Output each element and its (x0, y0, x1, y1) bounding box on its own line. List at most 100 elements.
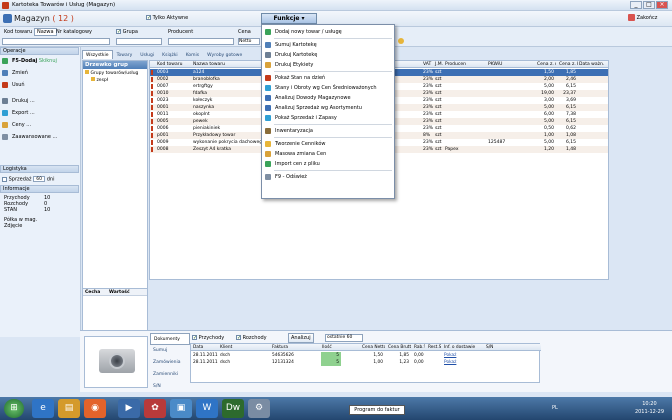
sprzedaz-checkbox[interactable]: Sprzedaż 60 dni (2, 176, 54, 183)
tab-zamienniki[interactable]: Zamienniki (150, 369, 190, 381)
column-header[interactable]: S/N (485, 344, 505, 351)
clock[interactable]: 10:20 2011-12-29 (635, 400, 664, 416)
sidebar-item-delete[interactable]: Usuń (0, 79, 80, 91)
menu-item[interactable]: F9 - Odśwież (262, 172, 394, 182)
column-header[interactable]: Cena Netto (361, 344, 385, 351)
nazwa-filter-tab[interactable]: Nazwa (34, 28, 57, 36)
column-header[interactable]: Rest.S (427, 344, 441, 351)
only-active-checkbox[interactable]: Tylko Aktywne (146, 15, 188, 21)
menu-item[interactable]: Pokaż Stan na dzień (262, 73, 394, 83)
tree-child[interactable]: zespł (83, 77, 147, 83)
show-delivery-link[interactable]: Pokaż (443, 352, 483, 359)
table-cell: 2,00 (543, 77, 554, 82)
column-header[interactable]: Inf. o dostawie (443, 344, 483, 351)
app-icon (2, 2, 9, 9)
tab-wszystkie[interactable]: Wszystkie (82, 50, 113, 59)
column-header[interactable]: Data (192, 344, 218, 351)
explorer-icon[interactable]: ▤ (58, 399, 80, 418)
column-header[interactable]: Ilość (321, 344, 341, 351)
magazyn-taskbar-icon[interactable]: ▣ (170, 399, 192, 418)
tab-sumuj[interactable]: Sumuj (150, 345, 190, 357)
sidebar-item-export[interactable]: Export ... (0, 107, 80, 119)
menu-item[interactable]: Masowa zmiana Cen (262, 149, 394, 159)
column-header[interactable]: Faktura (271, 344, 301, 351)
tab-dokumenty[interactable]: Dokumenty (150, 333, 190, 345)
exit-button[interactable]: Zakończ (628, 14, 657, 21)
przychody-checkbox[interactable]: Przychody (192, 335, 224, 341)
settings-icon[interactable]: ⚙ (248, 399, 270, 418)
document-row[interactable]: 28.11.2011 dsch 12131324 5 1,00 1,23 0,00 Pokaż (191, 359, 541, 366)
window-titlebar: Kartoteka Towarów i Usług (Magazyn) _ □ … (0, 0, 672, 11)
menu-item[interactable]: Inwentaryzacja (262, 126, 394, 136)
menu-item[interactable]: Tworzenie Cenników (262, 139, 394, 149)
period-select[interactable]: ostatnie 60 (325, 334, 363, 342)
sidebar-item-advanced[interactable]: Zaawansowane ... (0, 131, 80, 143)
menu-item[interactable]: Drukuj Etykiety (262, 60, 394, 70)
row-status-marker (151, 126, 153, 131)
firefox-icon[interactable]: ◉ (84, 399, 106, 418)
sidebar-item-edit[interactable]: Zmień (0, 67, 80, 79)
magazyn-icon (3, 14, 12, 23)
menu-item[interactable]: Drukuj Kartotekę (262, 50, 394, 60)
maximize-button[interactable]: □ (643, 1, 655, 9)
tab-komis[interactable]: Komis (182, 50, 203, 59)
tab-zamowienia[interactable]: Zamówienia (150, 357, 190, 369)
start-button[interactable]: ⊞ (4, 399, 24, 418)
column-header[interactable]: Cena Brutto (387, 344, 411, 351)
sidebar-item-prices[interactable]: Ceny ... (0, 119, 80, 131)
close-window-button[interactable]: × (656, 1, 668, 9)
ie-icon[interactable]: e (32, 399, 54, 418)
row-status-marker (151, 91, 153, 96)
column-header[interactable]: Cena z. brutto (558, 61, 578, 68)
sprzedaz-days-input[interactable]: 60 (33, 176, 46, 182)
column-header[interactable]: Producent (444, 61, 466, 68)
tree-root[interactable]: Grupy towarów/usług (83, 69, 147, 77)
column-header[interactable]: Kod towaru (156, 61, 192, 68)
column-header[interactable]: VAT (422, 61, 434, 68)
word-icon[interactable]: W (196, 399, 218, 418)
dreamweaver-icon[interactable]: Dw (222, 399, 244, 418)
menu-item[interactable]: Sumuj Kartotekę (262, 40, 394, 50)
column-header[interactable]: Nazwa towaru (192, 61, 262, 68)
analizuj-button[interactable]: Analizuj (288, 333, 314, 343)
app-icon-red[interactable]: ✿ (144, 399, 166, 418)
menu-item[interactable]: Dodaj nowy towar / usługę (262, 27, 394, 37)
search-input[interactable] (2, 38, 110, 45)
menu-item[interactable]: Analizuj Sprzedaż wg Asortymentu (262, 103, 394, 113)
menu-item[interactable]: Analizuj Dowody Magazynowe (262, 93, 394, 103)
print-icon (265, 52, 271, 58)
menu-item[interactable]: Stany i Obroty wg Cen Średnioważonych (262, 83, 394, 93)
cena-select[interactable]: Netto (238, 38, 260, 45)
table-cell: okoplnt (193, 112, 210, 117)
minimize-button[interactable]: _ (630, 1, 642, 9)
media-icon[interactable]: ▶ (118, 399, 140, 418)
menu-item[interactable]: Pokaż Sprzedaż i Zapasy (262, 113, 394, 123)
show-delivery-link[interactable]: Pokaż (443, 359, 483, 366)
tab-uslugi[interactable]: Usługi (136, 50, 158, 59)
menu-item[interactable]: Import cen z pliku (262, 159, 394, 169)
column-header[interactable]: Rab.% (413, 344, 425, 351)
producent-select[interactable] (168, 38, 234, 45)
menu-item-label: Sumuj Kartotekę (275, 42, 317, 48)
sidebar-item-add[interactable]: F5-Dodaj Skiknuj (0, 55, 80, 67)
column-header[interactable]: PKWiU (487, 61, 517, 68)
document-row[interactable]: 28.11.2011 dsch 54635626 5 1,50 1,85 0,00 Pokaż (191, 352, 541, 359)
tab-wyroby[interactable]: Wyroby gotowe (203, 50, 246, 59)
search-icon[interactable] (398, 38, 404, 44)
column-header[interactable]: J.M. (434, 61, 444, 68)
funkcje-menu-button[interactable]: Funkcje ▾ (261, 13, 317, 24)
tab-sn[interactable]: S/N (150, 381, 190, 393)
column-header[interactable]: Data ważn. (578, 61, 608, 68)
table-cell: 1,48 (565, 147, 576, 152)
grupa-checkbox[interactable]: Grupa (116, 29, 138, 35)
language-indicator[interactable]: PL (552, 405, 558, 411)
sidebar-item-print[interactable]: Drukuj ... (0, 95, 80, 107)
grupa-select[interactable] (116, 38, 162, 45)
rozchody-checkbox[interactable]: Rozchody (236, 335, 267, 341)
table-cell: ertrgftgy (193, 84, 213, 89)
column-header[interactable]: Klient (219, 344, 249, 351)
chart-icon (265, 85, 271, 91)
column-header[interactable]: Cena z. netto (536, 61, 556, 68)
tab-ksiazki[interactable]: Książki (158, 50, 182, 59)
tab-towary[interactable]: Towary (113, 50, 137, 59)
